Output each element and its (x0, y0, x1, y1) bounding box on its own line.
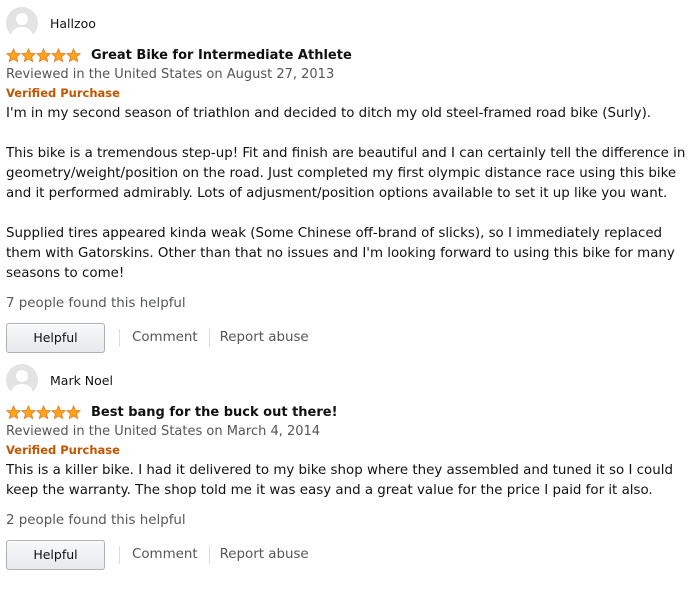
comment-link[interactable]: Comment (132, 330, 198, 345)
comment-link[interactable]: Comment (132, 547, 198, 562)
divider (119, 545, 120, 564)
review-paragraph: This is a killer bike. I had it delivere… (6, 463, 673, 498)
divider (208, 545, 210, 564)
review-card: Mark Noel Best bang for the buck out the… (0, 353, 696, 570)
divider (208, 328, 210, 347)
star-icon (36, 404, 51, 419)
review-title[interactable]: Great Bike for Intermediate Athlete (91, 48, 352, 63)
review-title[interactable]: Best bang for the buck out there! (91, 405, 338, 420)
reviewer-name[interactable]: Mark Noel (50, 373, 113, 388)
star-icon (51, 47, 66, 62)
review-body: This is a killer bike. I had it delivere… (6, 461, 690, 501)
star-icon (51, 404, 66, 419)
star-rating[interactable] (6, 47, 81, 63)
star-icon (6, 404, 21, 419)
star-icon (6, 47, 21, 62)
verified-purchase-badge: Verified Purchase (6, 443, 120, 457)
helpful-button[interactable]: Helpful (6, 539, 105, 570)
helpful-count: 2 people found this helpful (6, 513, 186, 528)
divider (119, 328, 120, 347)
star-icon (66, 47, 81, 62)
review-actions: Helpful Comment Report abuse (6, 322, 696, 353)
star-rating[interactable] (6, 404, 81, 420)
report-abuse-link[interactable]: Report abuse (220, 547, 309, 562)
reviewer-name[interactable]: Hallzoo (50, 16, 96, 31)
review-body: I'm in my second season of triathlon and… (6, 104, 690, 284)
helpful-count: 7 people found this helpful (6, 296, 186, 311)
verified-purchase-badge: Verified Purchase (6, 86, 120, 100)
default-avatar-icon (6, 7, 38, 39)
default-avatar-icon (6, 364, 38, 396)
star-icon (21, 404, 36, 419)
helpful-button[interactable]: Helpful (6, 322, 105, 353)
review-paragraph: Supplied tires appeared kinda weak (Some… (6, 226, 675, 281)
star-icon (21, 47, 36, 62)
review-paragraph: I'm in my second season of triathlon and… (6, 106, 652, 121)
report-abuse-link[interactable]: Report abuse (220, 330, 309, 345)
review-paragraph: This bike is a tremendous step-up! Fit a… (6, 146, 686, 201)
reviewer-profile[interactable]: Mark Noel (6, 364, 696, 396)
review-date: Reviewed in the United States on March 4… (6, 424, 321, 439)
reviewer-profile[interactable]: Hallzoo (6, 7, 696, 39)
review-card: Hallzoo Great Bike for Intermediate Athl… (0, 0, 696, 353)
star-icon (66, 404, 81, 419)
star-icon (36, 47, 51, 62)
review-date: Reviewed in the United States on August … (6, 67, 335, 82)
review-actions: Helpful Comment Report abuse (6, 539, 696, 570)
